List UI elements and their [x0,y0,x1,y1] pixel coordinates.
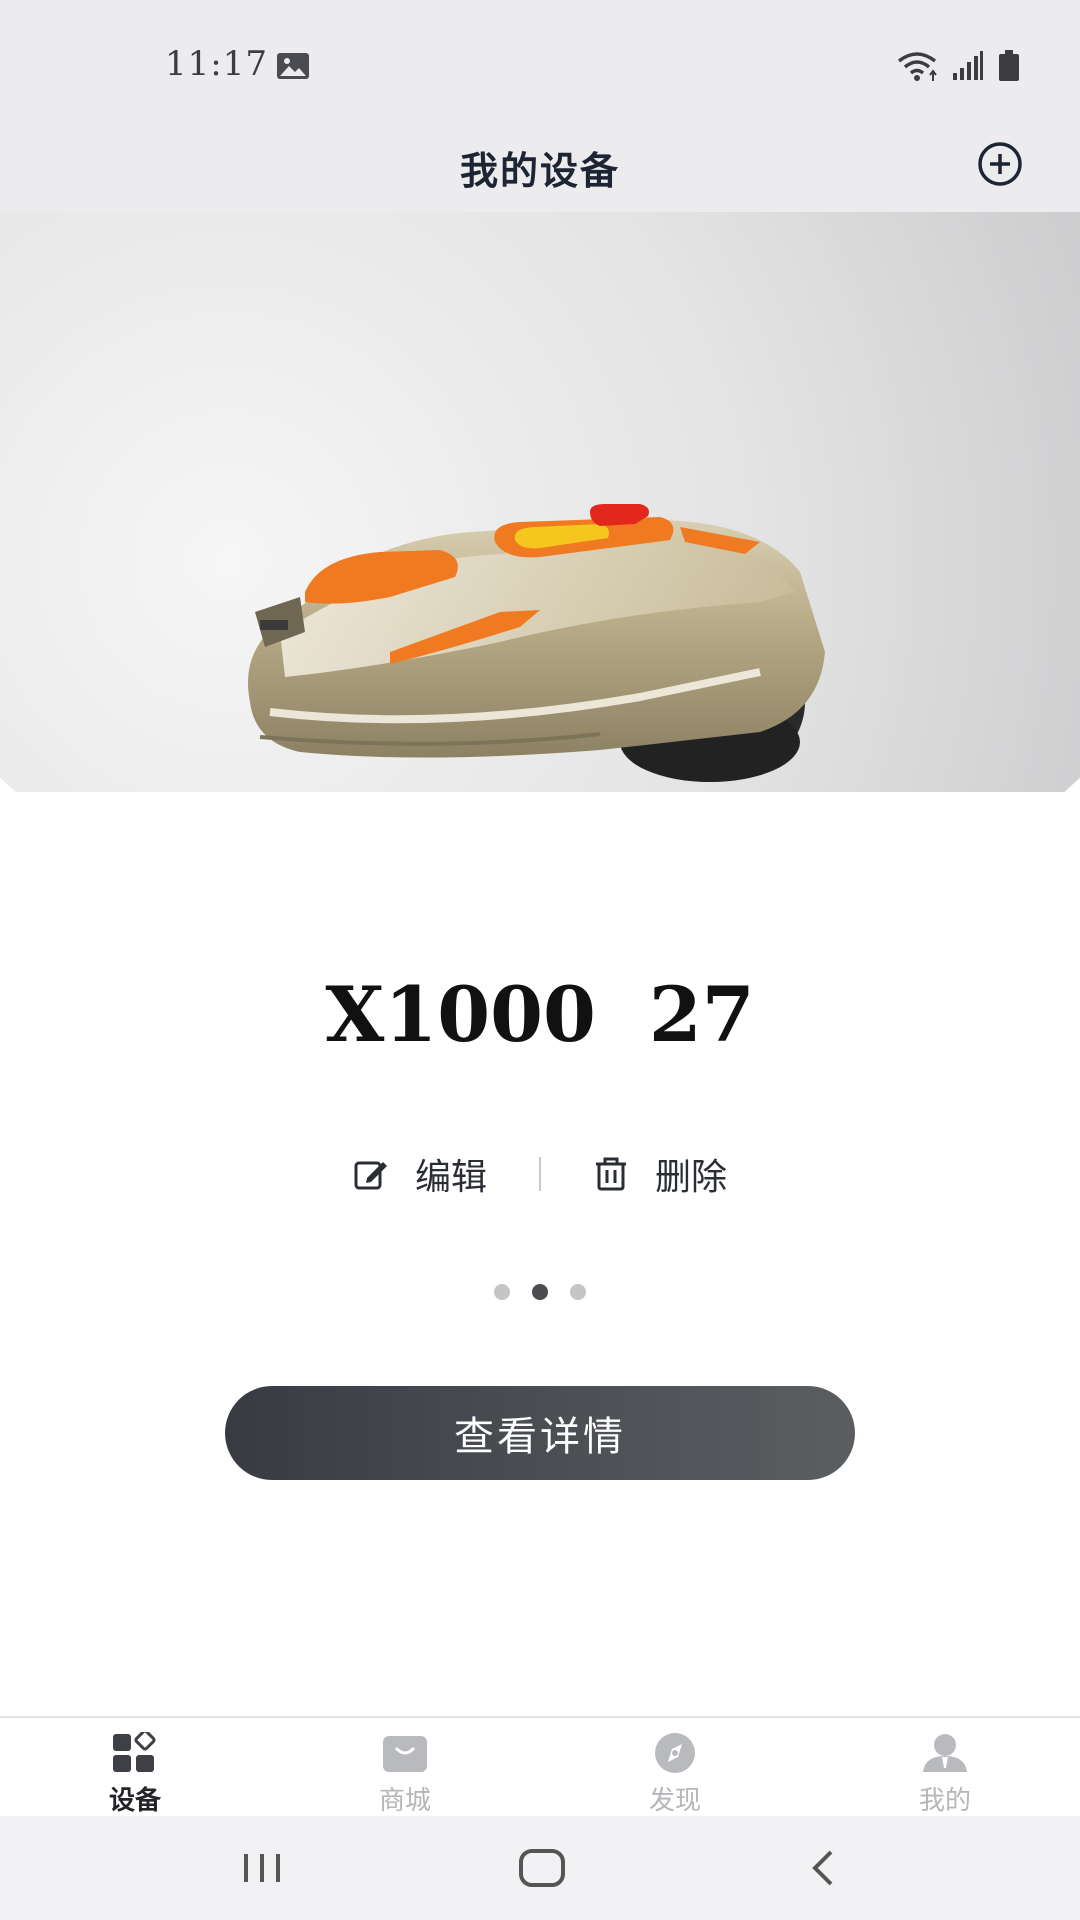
wifi-icon [897,52,937,81]
home-icon[interactable] [512,1846,572,1890]
edit-label: 编辑 [414,1157,487,1198]
device-grid-icon [113,1732,156,1772]
tab-devices[interactable]: 设备 [0,1718,270,1818]
app-header: 我的设备 [0,130,1080,212]
edit-icon [354,1161,387,1190]
carousel-indicator [0,1284,1080,1300]
signal-icon [953,51,983,80]
device-actions: 编辑 删除 [0,1148,1080,1200]
system-nav-bar [0,1816,1080,1920]
status-time: 11:17 [165,44,268,84]
carousel-dot[interactable] [494,1284,510,1300]
delete-button[interactable]: 删除 [593,1148,727,1200]
tab-mine[interactable]: 我的 [810,1718,1080,1818]
status-icons [896,46,1020,86]
carousel-dot-active[interactable] [532,1284,548,1300]
tab-label: 我的 [918,1786,971,1816]
tab-shop[interactable]: 商城 [270,1718,540,1818]
shop-bag-icon [383,1736,427,1772]
image-icon [277,53,309,79]
recent-apps-icon[interactable] [232,1846,292,1890]
tab-label: 商城 [378,1786,431,1816]
view-details-button[interactable]: 查看详情 [225,1386,855,1480]
compass-icon [655,1733,695,1773]
edit-button[interactable]: 编辑 [353,1148,487,1200]
tab-label: 发现 [648,1786,701,1816]
tab-discover[interactable]: 发现 [540,1718,810,1818]
carousel-dot[interactable] [570,1284,586,1300]
device-name: X1000 27 [325,970,755,1059]
lawn-mower-image [248,504,825,782]
bottom-tab-bar: 设备 商城 发现 我的 [0,1716,1080,1818]
user-icon [923,1734,967,1772]
battery-icon [999,50,1019,81]
action-divider [539,1157,541,1191]
trash-icon [596,1157,626,1191]
device-hero [0,212,1080,792]
delete-label: 删除 [655,1157,728,1198]
add-device-icon[interactable] [976,140,1024,188]
page-title: 我的设备 [459,148,620,193]
back-icon[interactable] [795,1846,855,1890]
tab-label: 设备 [108,1786,161,1816]
status-bar: 11:17 [0,0,1080,130]
